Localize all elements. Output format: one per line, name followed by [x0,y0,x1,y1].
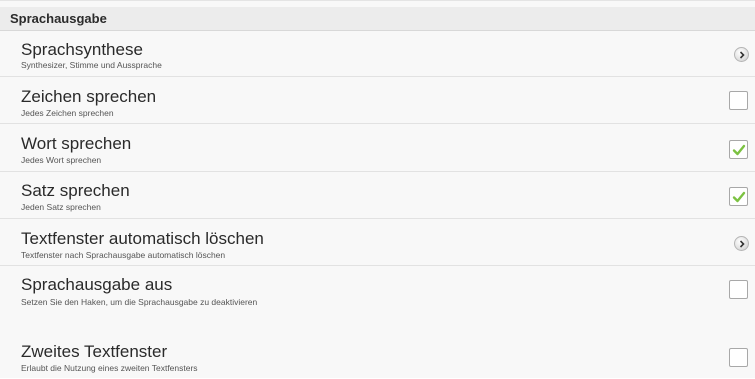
setting-satz-sprechen[interactable]: Satz sprechen Jeden Satz sprechen [0,172,755,219]
check-icon [732,144,746,156]
setting-zweites-textfenster[interactable]: Zweites Textfenster Erlaubt die Nutzung … [0,336,755,379]
satz-sprechen-checkbox[interactable] [729,187,748,206]
setting-title: Sprachausgabe aus [21,275,173,294]
wort-sprechen-checkbox[interactable] [729,140,748,159]
settings-panel: Sprachausgabe Sprachsynthese Synthesizer… [0,0,755,378]
section-header: Sprachausgabe [0,7,755,31]
check-icon [732,191,746,203]
setting-title: Wort sprechen [21,134,132,153]
setting-title: Textfenster automatisch löschen [21,229,264,248]
setting-subtitle: Jeden Satz sprechen [21,202,101,212]
setting-subtitle: Setzen Sie den Haken, um die Sprachausga… [21,297,258,307]
setting-sprachsynthese[interactable]: Sprachsynthese Synthesizer, Stimme und A… [0,32,755,77]
chevron-right-icon[interactable] [734,236,749,251]
setting-subtitle: Jedes Zeichen sprechen [21,108,114,118]
setting-title: Zeichen sprechen [21,87,157,106]
setting-title: Satz sprechen [21,181,130,200]
zeichen-sprechen-checkbox[interactable] [729,91,748,110]
setting-title: Zweites Textfenster [21,342,168,361]
setting-subtitle: Textfenster nach Sprachausgabe automatis… [21,250,226,260]
setting-subtitle: Jedes Wort sprechen [21,155,102,165]
zweites-textfenster-checkbox[interactable] [729,348,748,367]
chevron-right-icon[interactable] [734,47,749,62]
setting-title: Sprachsynthese [21,40,143,59]
setting-sprachausgabe-aus[interactable]: Sprachausgabe aus Setzen Sie den Haken, … [0,266,755,336]
setting-subtitle: Erlaubt die Nutzung eines zweiten Textfe… [21,363,198,373]
setting-wort-sprechen[interactable]: Wort sprechen Jedes Wort sprechen [0,124,755,172]
setting-textfenster-loeschen[interactable]: Textfenster automatisch löschen Textfens… [0,219,755,266]
setting-zeichen-sprechen[interactable]: Zeichen sprechen Jedes Zeichen sprechen [0,77,755,124]
sprachausgabe-aus-checkbox[interactable] [729,280,748,299]
setting-subtitle: Synthesizer, Stimme und Aussprache [21,60,162,70]
